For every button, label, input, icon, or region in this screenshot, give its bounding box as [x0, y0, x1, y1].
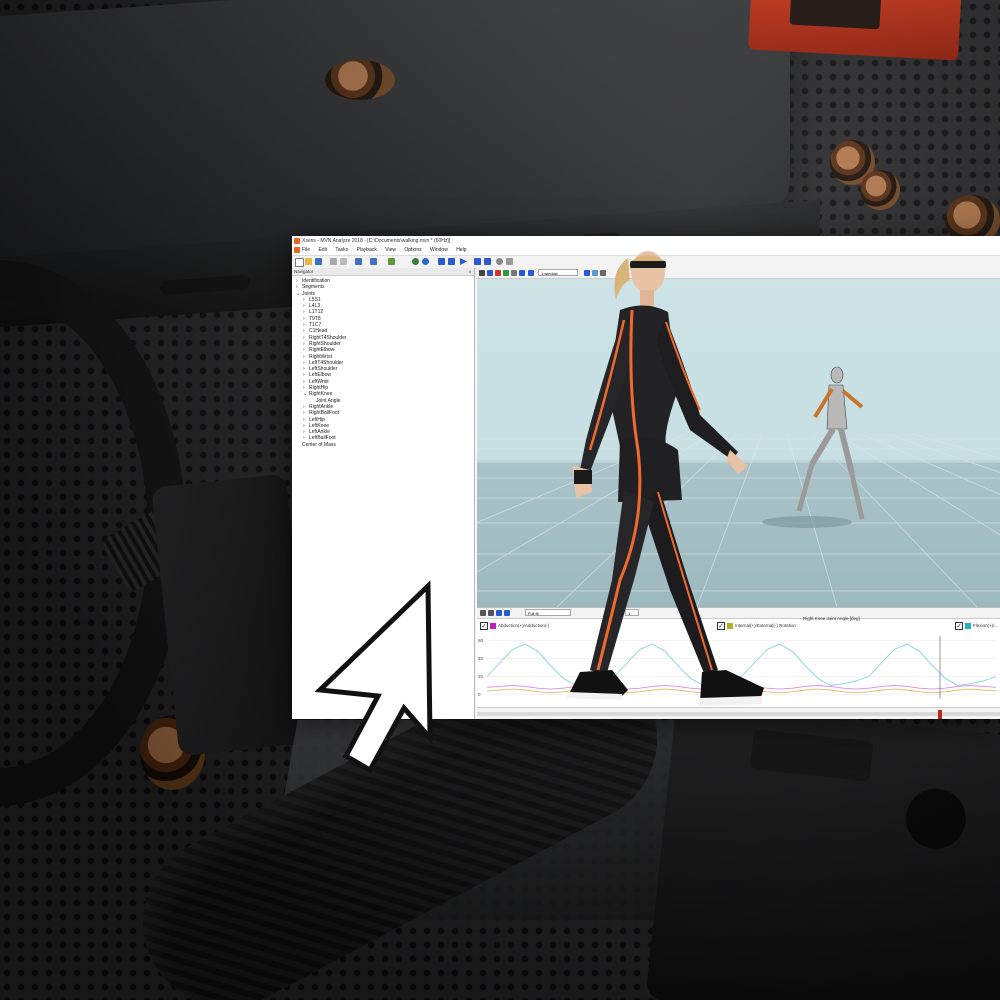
view-layout-icon[interactable]	[479, 270, 485, 276]
tree-item-label: RightShoulder	[309, 340, 341, 347]
graph-settings-icon[interactable]	[504, 610, 510, 616]
skip-start-icon[interactable]	[438, 258, 445, 265]
undo-icon[interactable]	[355, 258, 362, 265]
navigator-title: Navigator	[294, 269, 314, 274]
loop-icon[interactable]	[496, 258, 503, 265]
menu-help[interactable]: Help	[456, 247, 466, 253]
xsens-logo-icon	[294, 238, 300, 244]
tree-item-label: RightT4Shoulder	[309, 334, 347, 341]
tree-item-label: LeftAnkle	[309, 429, 330, 436]
tree-item-label: L1T12	[309, 309, 324, 316]
mvn-avatar	[796, 366, 865, 520]
tree-item-label: LeftT4Shoulder	[309, 359, 344, 366]
series-swatch-1	[490, 623, 496, 629]
follow-icon[interactable]	[519, 270, 525, 276]
tree-item-label: LeftShoulder	[309, 366, 338, 373]
pan-icon[interactable]	[496, 610, 502, 616]
grid-icon[interactable]	[503, 270, 509, 276]
character-icon[interactable]	[511, 270, 517, 276]
step-forward-icon[interactable]	[474, 258, 481, 265]
menu-file[interactable]: File	[302, 247, 310, 253]
zoom-in-icon[interactable]	[480, 610, 486, 616]
settings-icon[interactable]	[506, 258, 513, 265]
play-icon[interactable]	[460, 258, 467, 265]
open-folder-icon[interactable]	[305, 258, 312, 265]
app-menu-icon[interactable]	[294, 247, 300, 253]
zoom-out-icon[interactable]	[488, 610, 494, 616]
copy-icon[interactable]	[340, 258, 347, 265]
record-icon[interactable]	[412, 258, 419, 265]
series-swatch-3	[965, 623, 971, 629]
tree-item-label: RightWrist	[309, 353, 332, 360]
menu-playback[interactable]: Playback	[357, 247, 377, 253]
y-tick-label: 20	[478, 674, 484, 679]
series-checkbox-1[interactable]: ✓	[480, 622, 488, 630]
tree-item-label: LeftHip	[309, 416, 325, 423]
close-icon[interactable]: x	[469, 268, 471, 275]
tree-item-label: LeftKnee	[309, 422, 330, 429]
menu-window[interactable]: Window	[430, 247, 448, 253]
mouse-pointer-icon	[314, 580, 433, 774]
tree-item-label: RightAnkle	[309, 403, 334, 410]
tree-item-label: RightHip	[309, 385, 329, 392]
tree-item-label: RightKnee	[309, 391, 333, 398]
marker-icon[interactable]	[495, 270, 501, 276]
menu-tasks[interactable]: Tasks	[335, 247, 348, 253]
tree-item-label: L4L3	[309, 303, 321, 310]
graph-title: Right Knee Joint Angle [deg]	[803, 616, 860, 621]
tree-item[interactable]: Center of Mass	[292, 442, 474, 448]
series-label-3: Flexion(+)/...	[973, 623, 999, 628]
tree-item-label: Joint Angle	[316, 397, 341, 404]
tree-item-label: Center of Mass	[302, 441, 336, 448]
playhead-marker	[938, 710, 942, 719]
y-tick-label: 40	[478, 656, 484, 661]
tree-item-label: Segments	[302, 284, 325, 291]
save-icon[interactable]	[315, 258, 322, 265]
tree-item-label: T1C7	[309, 322, 322, 329]
tree-item-label: Identification	[302, 278, 331, 284]
sync-icon[interactable]	[422, 258, 429, 265]
cut-icon[interactable]	[330, 258, 337, 265]
tree-item-label: LeftBallFoot	[309, 435, 336, 442]
tree-item-label: RightElbow	[309, 347, 335, 354]
redo-icon[interactable]	[370, 258, 377, 265]
series-label-1: Abduction(+)/Adduction(-)	[498, 623, 550, 628]
menu-options[interactable]: Options	[404, 247, 421, 253]
tree-item-label: LeftElbow	[309, 372, 331, 379]
y-tick-label: 0	[478, 692, 481, 697]
new-file-icon[interactable]	[295, 258, 304, 267]
tree-item-label: LeftWrist	[309, 378, 329, 385]
y-tick-label: 60	[478, 638, 484, 643]
skip-end-icon[interactable]	[484, 258, 491, 265]
series-checkbox-3[interactable]: ✓	[955, 622, 963, 630]
navigator-header: Navigator x	[292, 268, 474, 276]
camera-icon[interactable]	[487, 270, 493, 276]
window-title: Xsens - MVN Analyze 2018 - [C:\Documents…	[302, 238, 451, 244]
wrist-sensor	[574, 470, 592, 484]
menu-view[interactable]: View	[385, 247, 396, 253]
tree-item-label: L5S1	[309, 296, 321, 303]
tree-item-label: RightBallFoot	[309, 410, 340, 417]
head-sensor-band	[630, 261, 666, 268]
navigator-tree: › Identification › Segments ⌄ Joints › L5S1 › L4L…	[292, 276, 474, 448]
tree-item-label: T9T8	[309, 315, 321, 322]
menu-edit[interactable]: Edit	[318, 247, 327, 253]
step-back-icon[interactable]	[448, 258, 455, 265]
walking-woman-in-mocap-suit	[566, 251, 764, 706]
view-select-icon[interactable]	[528, 270, 534, 276]
tree-item-label: Joints	[302, 290, 316, 297]
tree-item-label: C1Head	[309, 328, 328, 335]
reprocess-icon[interactable]	[388, 258, 395, 265]
